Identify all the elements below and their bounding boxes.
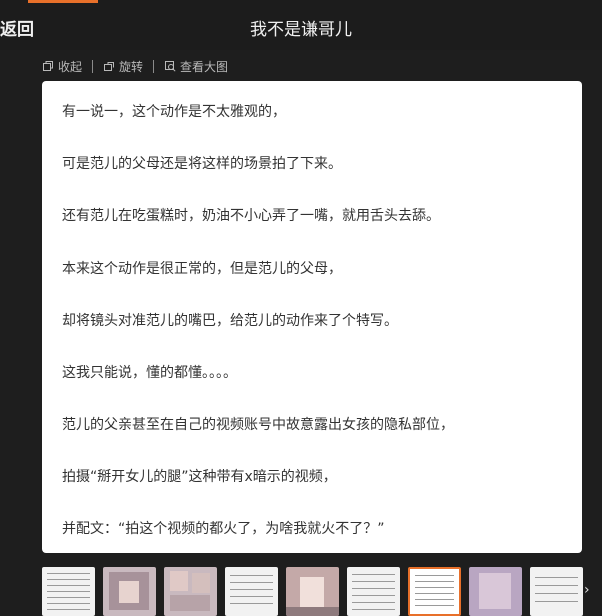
paragraph: 拍摄“掰开女儿的腿”这种带有x暗示的视频， [62,469,337,485]
thumbnail-strip [40,567,602,616]
thumbnail[interactable] [347,567,400,616]
thumbnail[interactable] [42,567,95,616]
active-tab-indicator [28,0,98,3]
paragraph: 还有范儿在吃蛋糕时，奶油不小心弄了一嘴，就用舌头去舔。 [62,208,440,224]
paragraph: 范儿的父亲甚至在自己的视频账号中故意露出女孩的隐私部位， [62,417,454,433]
view-large-label: 查看大图 [180,59,229,74]
thumbnail[interactable] [225,567,278,616]
thumbnail[interactable] [530,567,583,616]
toolbar-divider [92,59,94,73]
magnify-image-icon [165,61,176,72]
thumbnail[interactable] [286,567,339,616]
view-large-button[interactable]: 查看大图 [164,58,228,75]
rotate-button[interactable]: 旋转 [103,58,143,75]
rotate-icon [104,62,115,71]
top-bar: 返回 我不是谦哥儿 [0,0,602,50]
image-toolbar: 收起 旋转 查看大图 [42,57,228,75]
paragraph: 本来这个动作是很正常的，但是范儿的父母， [62,261,342,277]
thumbnail-active[interactable] [408,567,461,616]
collapse-label: 收起 [58,59,83,74]
thumbnail[interactable] [469,567,522,616]
rotate-label: 旋转 [119,59,144,74]
chevron-right-icon[interactable]: › [584,582,590,598]
paragraph: 却将镜头对准范儿的嘴巴，给范儿的动作来了个特写。 [62,313,398,329]
collapse-icon [43,61,53,71]
image-content[interactable]: 有一说一，这个动作是不太雅观的， 可是范儿的父母还是将这样的场景拍了下来。 还有… [42,81,582,553]
paragraph: 有一说一，这个动作是不太雅观的， [62,104,286,120]
paragraph: 并配文：“拍这个视频的都火了，为啥我就火不了？” [62,521,385,537]
thumbnail[interactable] [103,567,156,616]
paragraph: 可是范儿的父母还是将这样的场景拍了下来。 [62,156,342,172]
toolbar-divider [153,59,155,73]
collapse-button[interactable]: 收起 [42,58,82,75]
page-title: 我不是谦哥儿 [250,20,352,40]
paragraph: 这我只能说，懂的都懂。。。。 [62,365,237,381]
thumbnail[interactable] [164,567,217,616]
